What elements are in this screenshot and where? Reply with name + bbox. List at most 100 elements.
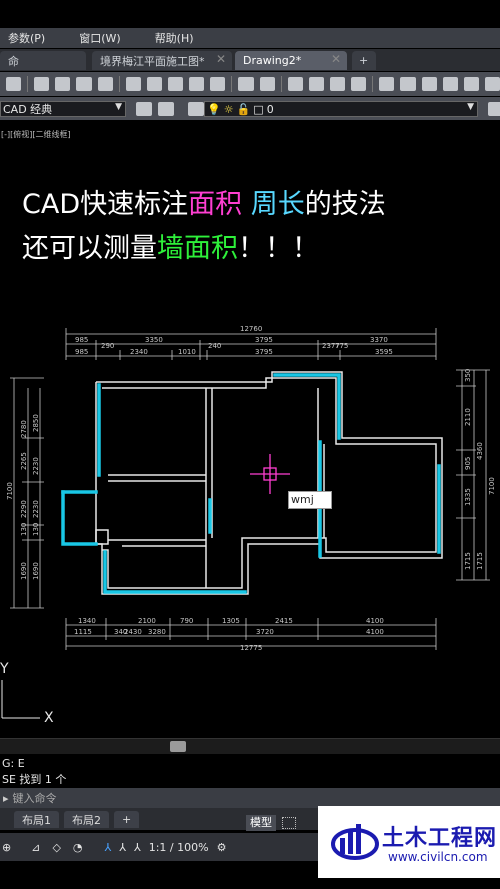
tab-drawing2-label: Drawing2*: [243, 54, 302, 67]
dim-label: 1115: [74, 628, 92, 636]
dim-label: 2230: [32, 500, 40, 518]
layer-select-value: 0: [266, 102, 274, 116]
dim-label: 1690: [20, 562, 28, 580]
model-space-button[interactable]: 模型: [246, 815, 276, 831]
dim-label: 985: [75, 348, 88, 356]
zoom-window-icon[interactable]: [330, 77, 346, 91]
floor-plan: 12760 985 3350 3795 3370 985 290 2340 10…: [0, 325, 496, 726]
brush-icon[interactable]: [210, 77, 226, 91]
grid-icon[interactable]: [282, 817, 296, 829]
drawing-canvas[interactable]: [-][俯视][二维线框] CAD快速标注面积 周长的技法 还可以测量墙面积！！…: [0, 120, 500, 738]
dim-label: 4100: [366, 628, 384, 636]
dim-label: 4360: [476, 442, 484, 460]
dim-label: 3370: [370, 336, 388, 344]
watermark-logo: 土木工程网 www.civilcn.com: [318, 806, 500, 878]
preview-icon[interactable]: [55, 77, 71, 91]
make-current-icon[interactable]: [488, 102, 500, 116]
layer-select[interactable]: 💡 ☼ 🔓 □ 0 ▼: [204, 101, 478, 117]
annotation-visibility-icon[interactable]: ⅄: [119, 841, 126, 854]
dim-label: 985: [75, 336, 88, 344]
horizontal-scrollbar[interactable]: [0, 738, 500, 754]
gear-icon[interactable]: ⚙: [217, 841, 227, 854]
logo-url: www.civilcn.com: [388, 850, 488, 864]
dim-label: 2850: [32, 414, 40, 432]
close-icon[interactable]: ✕: [216, 52, 226, 66]
dim-label: 2780: [20, 420, 28, 438]
top-dimension-labels: 12760 985 3350 3795 3370 985 290 2340 10…: [75, 325, 393, 356]
design-center-icon[interactable]: [400, 77, 416, 91]
close-icon[interactable]: ✕: [331, 52, 341, 66]
match-properties-icon[interactable]: [189, 77, 205, 91]
sheet-set-icon[interactable]: [442, 77, 458, 91]
command-input[interactable]: ▸ 键入命令: [0, 788, 500, 808]
menu-bar: 参数(P) 窗口(W) 帮助(H): [0, 28, 500, 48]
dim-label: 3720: [256, 628, 274, 636]
dim-label: 2110: [464, 408, 472, 426]
tool-palette-icon[interactable]: [421, 77, 437, 91]
dim-label: 290: [101, 342, 114, 350]
dim-label: 3595: [375, 348, 393, 356]
workspace-toggle-icon[interactable]: [158, 102, 174, 116]
highlighted-walls: [61, 373, 441, 594]
gear-icon[interactable]: [136, 102, 152, 116]
undo-icon[interactable]: [238, 77, 254, 91]
publish-icon[interactable]: [76, 77, 92, 91]
menu-help[interactable]: 帮助(H): [155, 30, 194, 46]
dim-label: 7100: [488, 477, 496, 495]
dynamic-input-field[interactable]: wmj: [288, 491, 332, 509]
cut-icon[interactable]: [125, 77, 141, 91]
left-dimension-labels: 7100 2780 2265 2290 130 1690 2850 2230 2…: [6, 414, 40, 580]
plus-icon: +: [359, 54, 369, 67]
tab-plan-label: 境界梅江平面施工图*: [100, 54, 205, 68]
tab-prev[interactable]: 命: [0, 51, 86, 70]
tab-plan[interactable]: 境界梅江平面施工图* ✕: [92, 51, 232, 70]
auto-scale-icon[interactable]: ⅄: [134, 841, 141, 854]
dim-label: 3350: [145, 336, 163, 344]
otrack-icon[interactable]: ◔: [73, 841, 83, 854]
dim-label: 1340: [78, 617, 96, 625]
right-dimensions: [456, 369, 490, 581]
tab-layout2[interactable]: 布局2: [64, 811, 109, 828]
ucs-x-label: X: [44, 710, 54, 726]
paste-icon[interactable]: [168, 77, 184, 91]
ucs-icon: [1, 680, 40, 719]
scrollbar-thumb[interactable]: [170, 741, 186, 752]
layer-manager-icon[interactable]: [188, 102, 204, 116]
dim-label: 790: [180, 617, 193, 625]
bottom-dimension-labels: 1340 2100 790 1305 2415 4100 1115 340 24…: [74, 617, 384, 652]
workspace-select-value: CAD 经典: [3, 103, 53, 116]
pan-icon[interactable]: [287, 77, 303, 91]
polar-icon[interactable]: ⊿: [31, 841, 40, 854]
dim-label: 1305: [222, 617, 240, 625]
osnap-icon[interactable]: ◇: [52, 841, 60, 854]
dim-label: 12775: [240, 644, 262, 652]
dim-label: 240: [208, 342, 221, 350]
zoom-icon[interactable]: [308, 77, 324, 91]
markup-icon[interactable]: [463, 77, 480, 91]
tab-layout1[interactable]: 布局1: [14, 811, 59, 828]
workspace-select[interactable]: CAD 经典 ▼: [0, 101, 126, 117]
zoom-previous-icon[interactable]: [351, 77, 367, 91]
properties-icon[interactable]: [379, 77, 395, 91]
dim-label: 7100: [6, 482, 14, 500]
new-file-icon[interactable]: [6, 77, 22, 91]
divider: [231, 76, 233, 92]
dim-label: 2340: [130, 348, 148, 356]
new-tab-button[interactable]: +: [352, 51, 376, 70]
copy-icon[interactable]: [146, 77, 162, 91]
calculator-icon[interactable]: [485, 77, 500, 91]
dim-label: 2415: [275, 617, 293, 625]
redo-icon[interactable]: [259, 77, 275, 91]
dim-label: 2290: [20, 500, 28, 518]
print-icon[interactable]: [34, 77, 50, 91]
annotation-scale[interactable]: 1:1 / 100%: [149, 841, 209, 854]
tab-drawing2[interactable]: Drawing2* ✕: [235, 51, 347, 70]
dim-label: 12760: [240, 325, 262, 333]
annotation-icon[interactable]: ⅄: [105, 841, 112, 854]
3d-print-icon[interactable]: [97, 77, 113, 91]
dim-label: 3280: [148, 628, 166, 636]
menu-window[interactable]: 窗口(W): [79, 30, 120, 46]
menu-params[interactable]: 参数(P): [8, 30, 45, 46]
new-layout-button[interactable]: +: [114, 811, 140, 828]
snap-icon[interactable]: ⊕: [2, 841, 11, 854]
